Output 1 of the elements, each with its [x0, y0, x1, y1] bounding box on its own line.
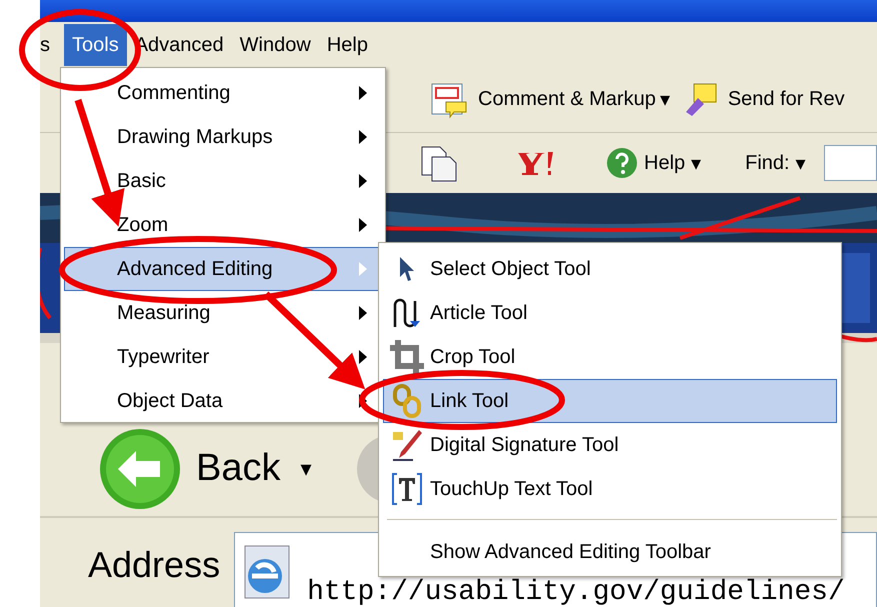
- address-label: Address: [88, 544, 220, 586]
